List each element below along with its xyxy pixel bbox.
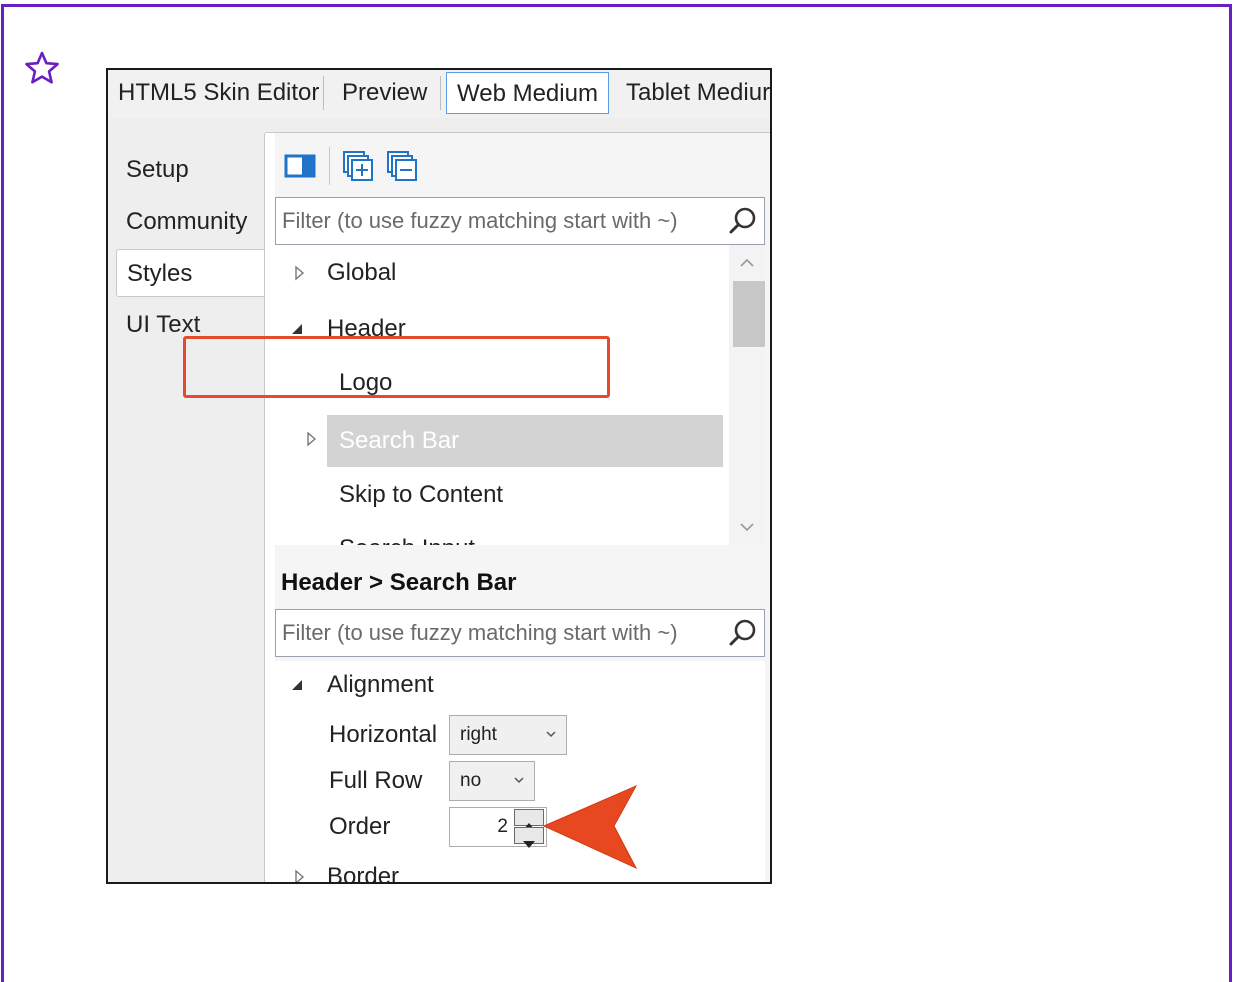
arrow-down-icon	[523, 841, 535, 848]
toggle-panel-icon[interactable]	[283, 149, 317, 183]
tree-scrollbar[interactable]	[729, 245, 765, 545]
scroll-thumb[interactable]	[733, 281, 765, 347]
full-row-dropdown[interactable]: no	[449, 761, 535, 801]
star-icon[interactable]	[24, 50, 60, 86]
tab-separator	[323, 76, 324, 110]
highlight-box	[183, 336, 610, 398]
skin-editor-screenshot: HTML5 Skin Editor Preview Web Medium Tab…	[106, 68, 772, 884]
tab-separator	[440, 76, 441, 110]
horizontal-value: right	[460, 724, 497, 745]
horizontal-label: Horizontal	[329, 721, 438, 748]
styles-filter-field	[275, 197, 765, 245]
tree-item-skip-to-content[interactable]: Skip to Content	[275, 471, 725, 519]
props-filter-field	[275, 609, 765, 657]
styles-panel-content: Global Header Logo Search Bar	[275, 133, 770, 884]
properties-list: Alignment Horizontal right Full Row no O…	[275, 661, 765, 884]
horizontal-dropdown[interactable]: right	[449, 715, 567, 755]
order-stepper[interactable]: 2	[449, 807, 547, 848]
tree-item-label: Skip to Content	[339, 481, 504, 508]
collapse-all-icon[interactable]	[385, 149, 419, 183]
sidenav-item-community[interactable]: Community	[108, 198, 266, 246]
tab-preview[interactable]: Preview	[342, 72, 427, 114]
tree-item-label: Global	[327, 259, 397, 286]
tab-web-medium[interactable]: Web Medium	[446, 72, 609, 114]
full-row-label: Full Row	[329, 767, 423, 794]
tree-item-search-input[interactable]: Search Input	[275, 525, 725, 545]
tab-html5-skin-editor[interactable]: HTML5 Skin Editor	[118, 72, 319, 114]
sidenav-item-setup[interactable]: Setup	[108, 146, 266, 194]
expand-all-icon[interactable]	[341, 149, 375, 183]
expand-triangle-icon[interactable]	[293, 853, 307, 884]
toolbar-separator	[329, 147, 330, 185]
styles-panel: Global Header Logo Search Bar	[264, 132, 770, 884]
group-border-label: Border	[327, 863, 400, 884]
group-alignment-label: Alignment	[327, 671, 434, 698]
chevron-down-icon	[546, 731, 556, 738]
full-row-value: no	[460, 770, 482, 791]
scroll-down-icon[interactable]	[737, 517, 757, 537]
expand-triangle-icon[interactable]	[305, 415, 319, 463]
scroll-up-icon[interactable]	[737, 253, 757, 273]
tree-item-label: Search Bar	[339, 427, 460, 454]
search-icon[interactable]	[728, 206, 758, 236]
editor-tab-bar: HTML5 Skin Editor Preview Web Medium Tab…	[108, 70, 770, 118]
section-title: Header > Search Bar	[281, 569, 517, 596]
search-icon[interactable]	[728, 618, 758, 648]
order-value: 2	[497, 816, 508, 837]
tree-item-search-bar[interactable]: Search Bar	[275, 415, 725, 467]
arrow-pointer-icon	[542, 784, 638, 870]
chevron-down-icon	[514, 777, 524, 784]
expand-triangle-icon[interactable]	[293, 249, 307, 297]
props-filter-input[interactable]	[282, 610, 722, 656]
sidenav-item-styles[interactable]: Styles	[116, 249, 266, 297]
tree-item-global[interactable]: Global	[275, 249, 725, 297]
collapse-triangle-icon[interactable]	[291, 661, 305, 709]
tree-item-label: Search Input	[339, 525, 475, 545]
styles-toolbar	[275, 133, 770, 195]
order-label: Order	[329, 813, 391, 840]
styles-filter-input[interactable]	[282, 198, 722, 244]
tab-tablet-medium[interactable]: Tablet Mediur	[626, 72, 770, 114]
